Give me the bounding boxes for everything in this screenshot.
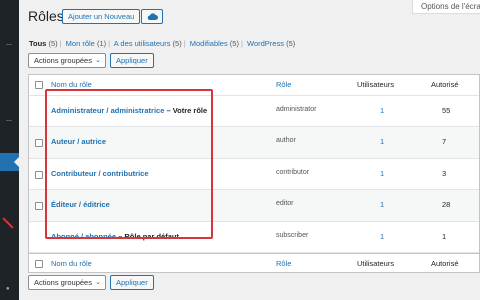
chevron-down-icon: ⌄: [95, 279, 101, 286]
table-row: Auteur / autrice author 1 7: [29, 127, 479, 159]
sidebar-active-notch: [14, 157, 19, 167]
authorized-count: 55: [442, 106, 451, 115]
role-name-cell: Éditeur / éditrice: [51, 200, 110, 209]
role-name-cell: Administrateur / administratrice – Votre…: [51, 106, 207, 115]
select-all-checkbox-footer[interactable]: [35, 259, 43, 268]
role-slug: contributor: [276, 168, 310, 176]
apply-button[interactable]: Appliquer: [110, 53, 154, 68]
filter-all[interactable]: Tous (5): [29, 39, 58, 48]
role-name-cell: Auteur / autrice: [51, 137, 106, 146]
sidebar-collapse-icon[interactable]: ●: [6, 286, 10, 292]
table-header: Nom du rôle Rôle Utilisateurs Autorisé: [29, 75, 479, 96]
row-checkbox[interactable]: [35, 202, 43, 211]
row-checkbox[interactable]: [35, 170, 43, 179]
bulk-action-select-bottom[interactable]: Actions groupées ⌄: [28, 275, 106, 290]
filter-has-users[interactable]: A des utilisateurs (5): [114, 39, 182, 48]
row-checkbox[interactable]: [35, 139, 43, 148]
apply-button-bottom[interactable]: Appliquer: [110, 275, 154, 290]
users-count-link[interactable]: 1: [380, 137, 384, 146]
authorized-count: 3: [442, 168, 447, 178]
authorized-count: 1: [442, 231, 447, 241]
admin-sidebar: ●: [0, 0, 19, 300]
page-title: Rôles: [28, 8, 64, 24]
column-header-users: Utilisateurs: [357, 80, 395, 89]
role-filters: Tous (5) | Mon rôle (1) | A des utilisateu…: [29, 39, 296, 48]
chevron-down-icon: ⌄: [95, 57, 101, 64]
role-name-cell: Abonné / abonnée – Rôle par défaut: [51, 232, 179, 241]
role-name-cell: Contributeur / contributrice: [51, 169, 149, 178]
column-footer-name[interactable]: Nom du rôle: [51, 259, 92, 268]
authorized-count: 7: [442, 137, 447, 147]
role-name-link[interactable]: Auteur / autrice: [51, 137, 106, 146]
role-slug: subscriber: [276, 231, 309, 239]
filter-wordpress[interactable]: WordPress (5): [247, 39, 295, 48]
sidebar-divider: [6, 120, 12, 121]
users-count-link[interactable]: 1: [380, 169, 384, 178]
filter-my-role[interactable]: Mon rôle (1): [66, 39, 106, 48]
table-row: Contributeur / contributrice contributor…: [29, 159, 479, 191]
roles-table: Nom du rôle Rôle Utilisateurs Autorisé A…: [28, 74, 480, 273]
column-footer-authorized: Autorisé: [431, 258, 459, 268]
table-row: Administrateur / administratrice – Votre…: [29, 96, 479, 128]
role-note: – Rôle par défaut: [118, 231, 179, 241]
annotation-arrow: [2, 217, 14, 229]
users-count-link[interactable]: 1: [380, 232, 384, 241]
role-name-link[interactable]: Abonné / abonnée: [51, 232, 116, 241]
role-name-link[interactable]: Éditeur / éditrice: [51, 200, 110, 209]
table-row: Abonné / abonnée – Rôle par défaut subsc…: [29, 222, 479, 253]
role-note: – Votre rôle: [166, 106, 208, 115]
users-count-link[interactable]: 1: [380, 106, 384, 115]
role-slug: administrator: [276, 106, 317, 113]
bulk-action-select[interactable]: Actions groupées ⌄: [28, 53, 106, 68]
filter-editable[interactable]: Modifiables (5): [190, 39, 239, 48]
column-footer-users: Utilisateurs: [357, 258, 395, 268]
select-all-checkbox[interactable]: [35, 81, 43, 89]
sidebar-divider: [6, 44, 12, 45]
add-new-button[interactable]: Ajouter un Nouveau: [62, 9, 141, 24]
cloud-icon: [147, 13, 158, 20]
column-header-authorized: Autorisé: [431, 80, 459, 89]
users-count-link[interactable]: 1: [380, 200, 384, 209]
role-slug: editor: [276, 200, 294, 208]
column-header-name[interactable]: Nom du rôle: [51, 80, 92, 89]
screen-options-tab[interactable]: Options de l'écran: [412, 0, 480, 14]
column-header-role[interactable]: Rôle: [276, 80, 291, 89]
authorized-count: 28: [442, 200, 451, 210]
role-name-link[interactable]: Contributeur / contributrice: [51, 169, 149, 178]
column-footer-role[interactable]: Rôle: [276, 259, 291, 268]
role-name-link[interactable]: Administrateur / administratrice: [51, 106, 164, 115]
cloud-button[interactable]: [141, 9, 163, 24]
table-row: Éditeur / éditrice editor 1 28: [29, 190, 479, 222]
table-footer: Nom du rôle Rôle Utilisateurs Autorisé: [29, 252, 479, 272]
role-slug: author: [276, 137, 296, 145]
